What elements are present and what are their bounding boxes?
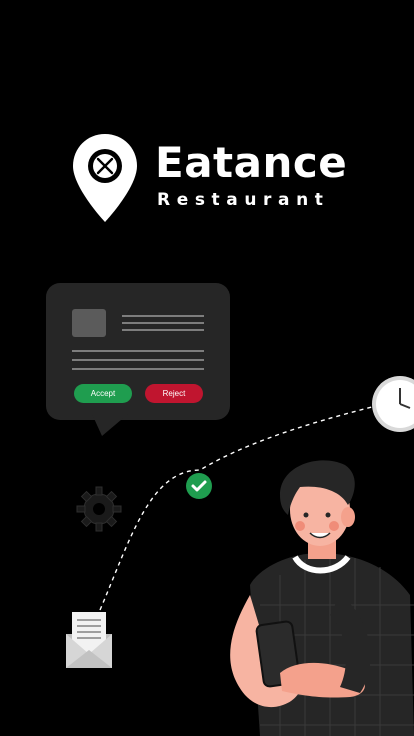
gear-icon <box>76 486 122 532</box>
order-thumbnail <box>72 309 106 337</box>
text-line <box>122 329 204 331</box>
brand-subtitle: Restaurant <box>157 190 330 210</box>
accept-button[interactable]: Accept <box>74 384 132 403</box>
location-pin-icon <box>73 134 137 222</box>
text-line <box>72 350 204 352</box>
brand-title: Eatance <box>155 138 348 187</box>
check-icon <box>186 473 212 499</box>
text-line <box>122 322 204 324</box>
reject-button[interactable]: Reject <box>145 384 203 403</box>
order-request-card: Accept Reject <box>46 283 230 420</box>
person-with-phone-illustration <box>230 460 414 736</box>
text-line <box>72 359 204 361</box>
mail-icon <box>66 612 112 668</box>
clock-icon <box>372 376 414 432</box>
brand-logo: Eatance Restaurant <box>70 132 360 224</box>
text-line <box>72 368 204 370</box>
text-line <box>122 315 204 317</box>
